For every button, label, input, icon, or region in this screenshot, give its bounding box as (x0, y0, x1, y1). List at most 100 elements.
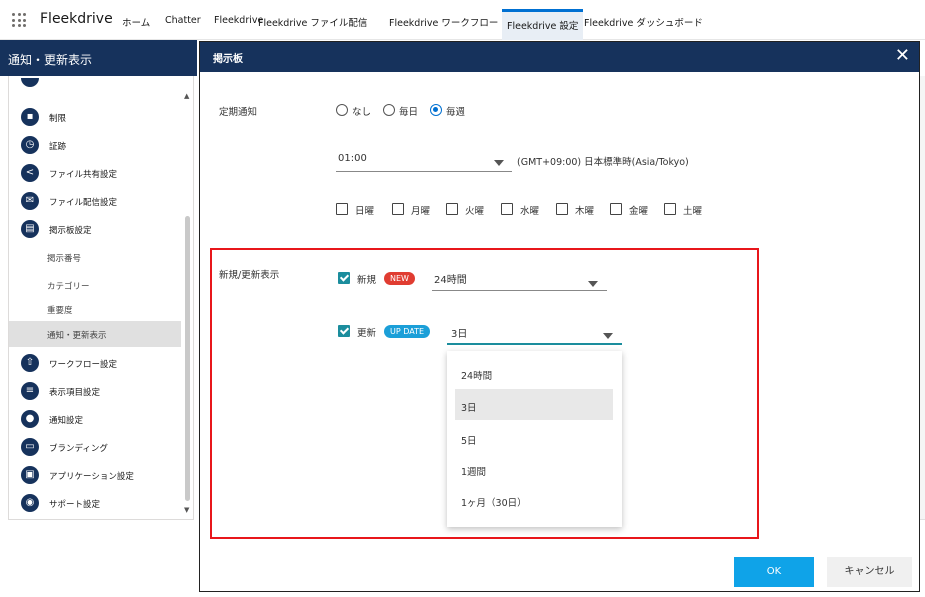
app-icon: ▣ (21, 466, 39, 484)
dropdown-option-5d[interactable]: 5日 (455, 422, 613, 453)
sidebar-item-board[interactable]: ▤ 掲示板設定 (9, 216, 181, 242)
sidebar-item-label: ブランディング (49, 444, 108, 454)
day-sun-checkbox[interactable] (336, 203, 348, 215)
sidebar-item-label: ファイル共有設定 (49, 170, 118, 180)
update-display-label: 新規/更新表示 (219, 270, 280, 281)
sidebar-item-limits[interactable]: ▪ 制限 (9, 104, 181, 130)
chevron-down-icon (603, 333, 613, 339)
new-badge: NEW (384, 272, 415, 285)
sidebar-item-display-fields[interactable]: ≡ 表示項目設定 (9, 378, 181, 404)
tab-chatter[interactable]: Chatter (165, 15, 201, 26)
sidebar-subitem-label: カテゴリー (47, 282, 90, 292)
day-mon-checkbox[interactable] (392, 203, 404, 215)
app-name: Fleekdrive (40, 11, 113, 27)
day-thu-checkbox[interactable] (556, 203, 568, 215)
cancel-button[interactable]: キャンセル (827, 557, 912, 587)
partial-icon (21, 78, 39, 87)
sidebar-item-label: アプリケーション設定 (49, 472, 134, 482)
upload-icon: ⇧ (21, 354, 39, 372)
sidebar-subitem-label: 掲示番号 (47, 254, 82, 264)
scroll-down-icon[interactable]: ▼ (184, 506, 189, 514)
sidebar-item-label: 表示項目設定 (49, 388, 101, 398)
tab-settings[interactable]: Fleekdrive 設定 (502, 9, 584, 40)
radio-daily-label: 毎日 (399, 107, 419, 118)
periodic-label: 定期通知 (219, 107, 258, 118)
time-value: 01:00 (338, 153, 367, 164)
update-label: 更新 (357, 328, 377, 339)
update-period-select[interactable] (447, 321, 622, 345)
tab-file-delivery[interactable]: Fleekdrive ファイル配信 (258, 15, 367, 29)
day-fri-checkbox[interactable] (610, 203, 622, 215)
sidebar-item-workflow[interactable]: ⇧ ワークフロー設定 (9, 350, 181, 376)
sidebar-subitem-notify-update[interactable]: 通知・更新表示 (9, 321, 181, 347)
update-badge: UP DATE (384, 325, 431, 338)
day-tue-label: 火曜 (465, 206, 485, 217)
dropdown-option-1m[interactable]: 1ヶ月（30日） (455, 484, 613, 515)
sidebar-item-label: 証跡 (49, 142, 67, 152)
chevron-down-icon (494, 160, 504, 166)
modal-header: 掲示板 ✕ (200, 42, 919, 72)
sidebar-item-label: 通知設定 (49, 416, 84, 426)
sidebar-item-notification[interactable]: ● 通知設定 (9, 406, 181, 432)
bell-icon: ● (21, 410, 39, 428)
support-icon: ◉ (21, 494, 39, 512)
sidebar-item-audit[interactable]: ◷ 証跡 (9, 132, 181, 158)
top-navigation: Fleekdrive ホーム Chatter Fleekdrive Fleekd… (0, 0, 925, 40)
scrollbar-thumb[interactable] (185, 216, 190, 501)
share-icon: < (21, 164, 39, 182)
scroll-up-icon[interactable]: ▲ (184, 92, 189, 100)
sidebar-subitem-importance[interactable]: 重要度 (9, 296, 181, 322)
day-sat-checkbox[interactable] (664, 203, 676, 215)
sidebar-item-application[interactable]: ▣ アプリケーション設定 (9, 462, 181, 488)
tab-fleekdrive[interactable]: Fleekdrive (214, 15, 263, 26)
info-icon: ▪ (21, 108, 39, 126)
clock-icon: ◷ (21, 136, 39, 154)
tab-workflow[interactable]: Fleekdrive ワークフロー (389, 15, 498, 29)
sidebar-subitem-number[interactable]: 掲示番号 (9, 244, 181, 270)
timezone-text: (GMT+09:00) 日本標準時(Asia/Tokyo) (517, 157, 689, 168)
sidebar-item-partial (9, 78, 181, 88)
settings-sidebar: ▪ 制限 ◷ 証跡 < ファイル共有設定 ✉ ファイル配信設定 ▤ 掲示板設定 … (8, 76, 194, 520)
app-launcher-icon[interactable] (12, 13, 26, 27)
ok-button[interactable]: OK (734, 557, 814, 587)
tab-home[interactable]: ホーム (122, 15, 150, 29)
day-thu-label: 木曜 (575, 206, 595, 217)
sidebar-item-label: 制限 (49, 114, 67, 124)
brand-icon: ▭ (21, 438, 39, 456)
sidebar-item-label: サポート設定 (49, 500, 101, 510)
board-icon: ▤ (21, 220, 39, 238)
dropdown-option-24h[interactable]: 24時間 (455, 357, 613, 388)
new-checkbox[interactable] (338, 272, 350, 284)
radio-none[interactable] (336, 104, 348, 116)
radio-weekly[interactable] (430, 104, 442, 116)
dropdown-option-1w[interactable]: 1週間 (455, 453, 613, 484)
day-tue-checkbox[interactable] (446, 203, 458, 215)
dropdown-option-3d[interactable]: 3日 (455, 389, 613, 420)
sidebar-subitem-category[interactable]: カテゴリー (9, 272, 181, 298)
day-wed-checkbox[interactable] (501, 203, 513, 215)
sidebar-item-file-delivery[interactable]: ✉ ファイル配信設定 (9, 188, 181, 214)
new-label: 新規 (357, 275, 377, 286)
day-sun-label: 日曜 (355, 206, 375, 217)
day-mon-label: 月曜 (411, 206, 431, 217)
left-header: 通知・更新表示 (0, 40, 197, 76)
sidebar-item-file-sharing[interactable]: < ファイル共有設定 (9, 160, 181, 186)
day-fri-label: 金曜 (629, 206, 649, 217)
close-icon[interactable]: ✕ (895, 45, 910, 67)
radio-daily[interactable] (383, 104, 395, 116)
update-period-value: 3日 (451, 329, 468, 340)
modal-title: 掲示板 (213, 54, 243, 65)
sidebar-subitem-label: 重要度 (47, 306, 73, 316)
list-icon: ≡ (21, 382, 39, 400)
new-period-value: 24時間 (434, 275, 467, 286)
radio-weekly-label: 毎週 (446, 107, 466, 118)
sidebar-item-branding[interactable]: ▭ ブランディング (9, 434, 181, 460)
sidebar-item-label: ワークフロー設定 (49, 360, 118, 370)
sidebar-subitem-label: 通知・更新表示 (47, 331, 107, 341)
update-checkbox[interactable] (338, 325, 350, 337)
sidebar-item-support[interactable]: ◉ サポート設定 (9, 490, 181, 516)
day-wed-label: 水曜 (520, 206, 540, 217)
chevron-down-icon (588, 281, 598, 287)
sidebar-item-label: 掲示板設定 (49, 226, 92, 236)
tab-dashboard[interactable]: Fleekdrive ダッシュボード (584, 15, 703, 29)
